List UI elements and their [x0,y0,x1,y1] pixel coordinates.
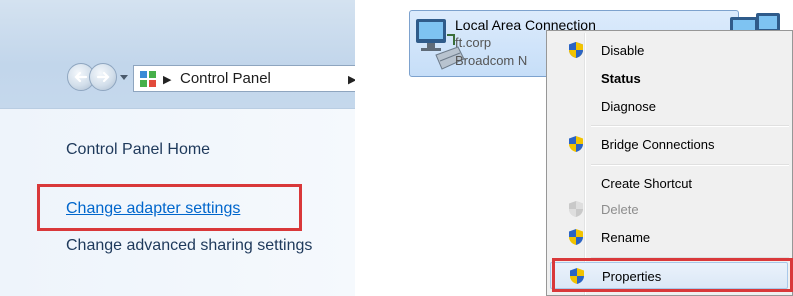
highlight-box [37,184,302,231]
menu-item-label: Status [601,71,641,86]
connection-domain: ft.corp [455,35,492,50]
menu-item-rename[interactable]: Rename [549,225,789,251]
menu-item-label: Bridge Connections [601,137,715,152]
menu-item-status[interactable]: Status [549,66,789,92]
control-panel-window: ▶ Control Panel ▶ Control Panel Home Cha… [0,0,355,296]
network-connections-window: Local Area Connection ft.corp Broadcom N… [406,0,793,296]
control-panel-home-link[interactable]: Control Panel Home [66,141,210,159]
breadcrumb-control-panel[interactable]: Control Panel [180,70,271,87]
context-menu: Disable Status Diagnose Bridge Connectio… [546,30,793,296]
forward-button[interactable] [89,63,117,91]
menu-item-create-shortcut[interactable]: Create Shortcut [549,171,789,197]
forward-arrow-icon [96,71,110,83]
connection-device: Broadcom N [455,53,528,68]
menu-item-disable[interactable]: Disable [549,38,789,64]
breadcrumb-separator-icon[interactable]: ▶ [348,73,355,86]
uac-shield-icon [569,42,583,58]
change-advanced-sharing-link[interactable]: Change advanced sharing settings [66,235,326,257]
address-bar[interactable]: ▶ Control Panel ▶ [133,65,355,92]
recent-pages-dropdown-icon[interactable] [120,75,128,81]
menu-item-label: Diagnose [601,99,656,114]
control-panel-icon [140,71,156,87]
menu-item-label: Delete [601,202,639,217]
menu-separator [591,125,789,127]
uac-shield-icon [569,229,583,245]
menu-item-diagnose[interactable]: Diagnose [549,94,789,120]
menu-separator [591,164,789,166]
highlight-box [552,258,793,292]
menu-item-label: Disable [601,43,645,58]
menu-item-delete: Delete [549,197,789,223]
uac-shield-icon [569,201,583,217]
breadcrumb-separator-icon[interactable]: ▶ [163,73,171,86]
menu-item-bridge-connections[interactable]: Bridge Connections [549,132,789,158]
uac-shield-icon [569,136,583,152]
menu-item-label: Rename [601,230,651,245]
menu-item-label: Create Shortcut [601,176,693,191]
back-arrow-icon [74,71,88,83]
